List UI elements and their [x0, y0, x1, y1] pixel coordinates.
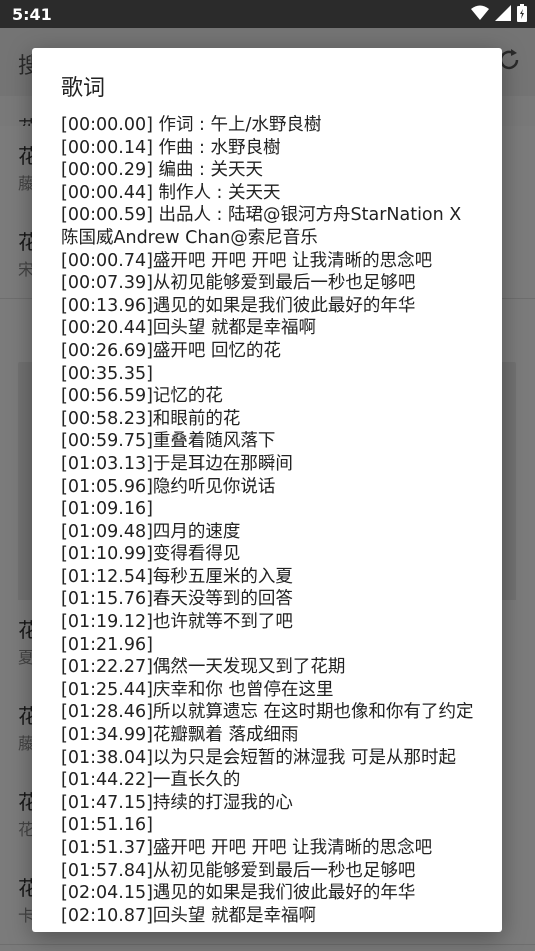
lyric-line: [01:05.96]隐约听见你说话: [61, 476, 276, 497]
lyric-line: [00:13.96]遇见的如果是我们彼此最好的年华: [61, 295, 416, 316]
lyric-line: [01:15.76]春天没等到的回答: [61, 589, 293, 610]
lyric-line: [00:58.23]和眼前的花: [61, 408, 241, 429]
signal-icon: [495, 5, 511, 21]
lyric-line: [01:09.16]: [61, 499, 153, 520]
lyric-line: [01:10.99]变得看得见: [61, 544, 241, 565]
lyric-line: [02:10.87]回头望 就都是幸福啊: [61, 905, 316, 926]
lyric-line: [01:51.37]盛开吧 开吧 开吧 让我清晰的思念吧: [61, 838, 433, 858]
lyric-line: [01:09.48]四月的速度: [61, 521, 241, 542]
lyric-line: [00:00.14] 作曲 : 水野良樹: [61, 137, 281, 158]
lyric-line: [01:19.12]也许就等不到了吧: [61, 612, 293, 633]
lyric-line: [01:12.54]每秒五厘米的入夏: [61, 566, 293, 587]
lyric-line: [00:07.39]从初见能够爱到最后一秒也足够吧: [61, 273, 416, 294]
lyric-line: [01:38.04]以为只是会短暂的淋湿我 可是从那时起: [61, 747, 456, 768]
lyric-line: [02:04.15]遇见的如果是我们彼此最好的年华: [61, 883, 416, 904]
dialog-title: 歌词: [61, 76, 106, 101]
lyric-line: [01:51.16]: [61, 815, 153, 836]
lyric-line: [01:57.84]从初见能够爱到最后一秒也足够吧: [61, 860, 416, 881]
wifi-icon: [471, 5, 489, 20]
status-bar: 5:41: [0, 0, 535, 28]
lyric-line: [00:00.29] 编曲 : 关天天: [61, 160, 264, 181]
lyric-line: [01:25.44]庆幸和你 也曾停在这里: [61, 679, 334, 700]
lyric-line: [00:35.35]: [61, 363, 153, 384]
status-time: 5:41: [12, 5, 52, 24]
lyric-line: [00:00.44] 制作人 : 关天天: [61, 182, 281, 203]
status-icons: [471, 4, 527, 22]
lyric-line: [01:47.15]持续的打湿我的心: [61, 792, 293, 813]
lyrics-dialog: 歌词 [00:00.00] 作词 : 午上/水野良樹 [00:00.14] 作曲 …: [32, 48, 502, 932]
battery-icon: [517, 4, 527, 22]
lyric-line: [01:44.22]一直长久的: [61, 770, 241, 791]
lyric-line: [01:34.99]花瓣飘着 落成细雨: [61, 725, 299, 746]
lyric-line: [00:59.75]重叠着随风落下: [61, 431, 276, 452]
lyric-line: [00:00.74]盛开吧 开吧 开吧 让我清晰的思念吧: [61, 250, 433, 271]
lyric-line: [01:03.13]于是耳边在那瞬间: [61, 453, 293, 474]
lyric-line: [00:00.59] 出品人 : 陆珺@银河方舟StarNation X 陈国威…: [61, 205, 462, 248]
lyric-line: [01:28.46]所以就算遗忘 在这时期也像和你有了约定: [61, 702, 474, 723]
lyrics-list[interactable]: [00:00.00] 作词 : 午上/水野良樹 [00:00.14] 作曲 : 水…: [61, 114, 481, 927]
lyric-line: [00:20.44]回头望 就都是幸福啊: [61, 318, 316, 339]
lyric-line: [01:21.96]: [61, 634, 153, 655]
lyric-line: [00:00.00] 作词 : 午上/水野良樹: [61, 115, 322, 135]
lyric-line: [01:22.27]偶然一天发现又到了花期: [61, 657, 346, 678]
lyric-line: [00:56.59]记忆的花: [61, 386, 223, 407]
lyric-line: [00:26.69]盛开吧 回忆的花: [61, 340, 281, 361]
